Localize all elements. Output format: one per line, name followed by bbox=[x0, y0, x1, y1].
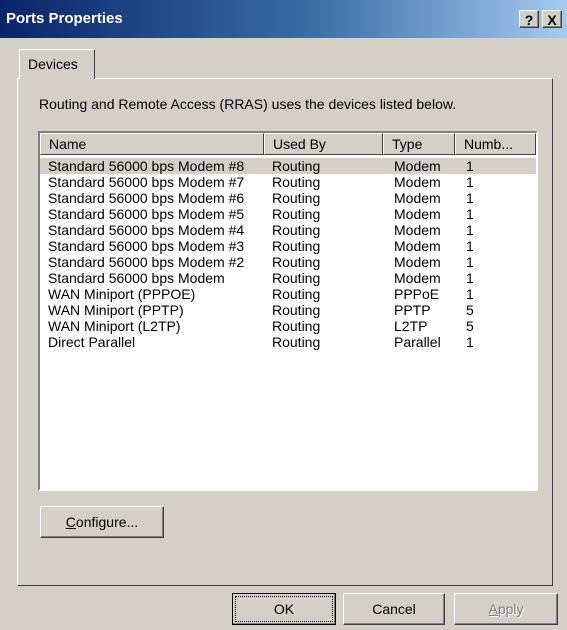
cell-name: Standard 56000 bps Modem #2 bbox=[48, 254, 245, 270]
tab-devices[interactable]: Devices bbox=[19, 49, 95, 79]
configure-label: onfigure... bbox=[75, 514, 139, 530]
cell-type: PPTP bbox=[394, 302, 431, 318]
cell-number: 1 bbox=[466, 334, 474, 350]
cell-number: 5 bbox=[466, 318, 474, 334]
cell-number: 1 bbox=[466, 286, 474, 302]
cell-name: Standard 56000 bps Modem #5 bbox=[48, 206, 245, 222]
cell-number: 1 bbox=[466, 174, 474, 190]
apply-button[interactable]: Apply bbox=[454, 593, 558, 625]
cell-used-by: Routing bbox=[272, 286, 321, 302]
cell-number: 1 bbox=[466, 158, 474, 174]
cell-type: Modem bbox=[394, 174, 441, 190]
table-row[interactable]: Standard 56000 bps Modem #8 Routing Modem 1 bbox=[40, 158, 536, 174]
cell-number: 1 bbox=[466, 206, 474, 222]
cell-used-by: Routing bbox=[272, 302, 321, 318]
configure-accelerator: C bbox=[65, 514, 76, 530]
cell-number: 1 bbox=[466, 238, 474, 254]
table-row[interactable]: WAN Miniport (L2TP) Routing L2TP 5 bbox=[40, 318, 536, 334]
cell-type: Modem bbox=[394, 222, 441, 238]
cell-type: Parallel bbox=[394, 334, 441, 350]
table-row[interactable]: Standard 56000 bps Modem #4 Routing Modem 1 bbox=[40, 222, 536, 238]
cell-used-by: Routing bbox=[272, 158, 321, 174]
cell-name: Standard 56000 bps Modem #7 bbox=[48, 174, 245, 190]
table-row[interactable]: WAN Miniport (PPTP) Routing PPTP 5 bbox=[40, 302, 536, 318]
apply-label: pply bbox=[497, 601, 524, 617]
apply-accelerator: A bbox=[488, 601, 498, 617]
cell-used-by: Routing bbox=[272, 254, 321, 270]
cell-type: PPPoE bbox=[394, 286, 440, 302]
cell-number: 1 bbox=[466, 270, 474, 286]
cell-name: Standard 56000 bps Modem bbox=[48, 270, 225, 286]
window-title: Ports Properties bbox=[6, 10, 123, 27]
table-row[interactable]: Standard 56000 bps Modem #5 Routing Modem 1 bbox=[40, 206, 536, 222]
devices-list[interactable]: Name Used By Type Numb... Standard 56000… bbox=[38, 131, 538, 491]
table-row[interactable]: Standard 56000 bps Modem Routing Modem 1 bbox=[40, 270, 536, 286]
configure-button[interactable]: Configure... bbox=[40, 506, 164, 538]
column-header-name[interactable]: Name bbox=[40, 133, 264, 155]
cell-name: Standard 56000 bps Modem #6 bbox=[48, 190, 245, 206]
column-header-type[interactable]: Type bbox=[383, 133, 455, 155]
cell-type: L2TP bbox=[394, 318, 428, 334]
cell-name: WAN Miniport (PPTP) bbox=[48, 302, 184, 318]
table-row[interactable]: Standard 56000 bps Modem #2 Routing Modem 1 bbox=[40, 254, 536, 270]
cell-type: Modem bbox=[394, 190, 441, 206]
table-row[interactable]: Standard 56000 bps Modem #7 Routing Modem 1 bbox=[40, 174, 536, 190]
table-row[interactable]: Standard 56000 bps Modem #3 Routing Modem 1 bbox=[40, 238, 536, 254]
cell-name: Direct Parallel bbox=[48, 334, 136, 350]
cell-used-by: Routing bbox=[272, 190, 321, 206]
cell-type: Modem bbox=[394, 158, 441, 174]
cell-type: Modem bbox=[394, 238, 441, 254]
tab-devices-label: Devices bbox=[28, 56, 78, 72]
table-row[interactable]: Direct Parallel Routing Parallel 1 bbox=[40, 334, 536, 350]
cell-name: Standard 56000 bps Modem #4 bbox=[48, 222, 245, 238]
cell-used-by: Routing bbox=[272, 238, 321, 254]
cell-name: Standard 56000 bps Modem #8 bbox=[48, 158, 245, 174]
cell-type: Modem bbox=[394, 206, 441, 222]
cell-name: Standard 56000 bps Modem #3 bbox=[48, 238, 245, 254]
cell-used-by: Routing bbox=[272, 222, 321, 238]
help-button[interactable]: ? bbox=[519, 10, 539, 28]
cell-used-by: Routing bbox=[272, 206, 321, 222]
table-row[interactable]: Standard 56000 bps Modem #6 Routing Modem 1 bbox=[40, 190, 536, 206]
column-header-number[interactable]: Numb... bbox=[455, 133, 536, 155]
cell-number: 1 bbox=[466, 190, 474, 206]
description-text: Routing and Remote Access (RRAS) uses th… bbox=[39, 96, 457, 112]
cell-name: WAN Miniport (PPPOE) bbox=[48, 286, 196, 302]
cell-number: 1 bbox=[466, 254, 474, 270]
cell-name: WAN Miniport (L2TP) bbox=[48, 318, 181, 334]
table-row[interactable]: WAN Miniport (PPPOE) Routing PPPoE 1 bbox=[40, 286, 536, 302]
cancel-button[interactable]: Cancel bbox=[343, 593, 445, 625]
ok-button[interactable]: OK bbox=[232, 593, 336, 625]
cell-used-by: Routing bbox=[272, 334, 321, 350]
column-header-used-by[interactable]: Used By bbox=[264, 133, 383, 155]
cell-type: Modem bbox=[394, 270, 441, 286]
cell-used-by: Routing bbox=[272, 270, 321, 286]
cell-number: 5 bbox=[466, 302, 474, 318]
cell-used-by: Routing bbox=[272, 174, 321, 190]
cell-used-by: Routing bbox=[272, 318, 321, 334]
close-button[interactable]: X bbox=[542, 10, 562, 28]
cell-number: 1 bbox=[466, 222, 474, 238]
title-bar: Ports Properties ? X bbox=[0, 0, 567, 38]
cell-type: Modem bbox=[394, 254, 441, 270]
